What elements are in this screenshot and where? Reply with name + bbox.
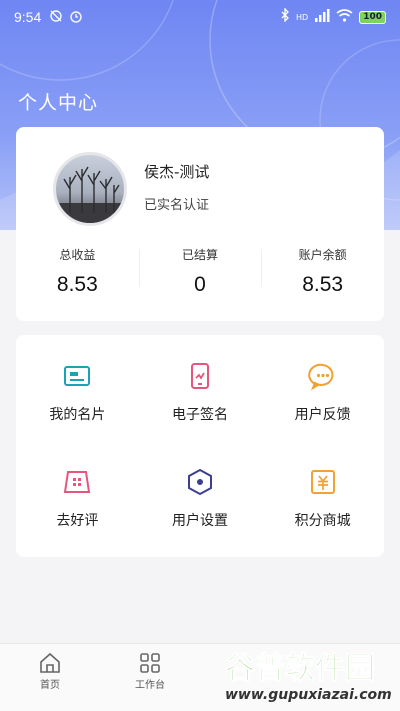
workbench-grid-icon (140, 653, 160, 673)
menu-item-user-settings[interactable]: 用户设置 (139, 451, 262, 557)
watermark-title: 谷普软件园 (225, 651, 375, 686)
wifi-icon (336, 8, 353, 26)
tab-home[interactable]: 首页 (20, 652, 80, 691)
alarm-clock-icon (69, 9, 83, 26)
menu-item-label: 用户设置 (171, 513, 228, 529)
watermark-url: www.gupuxiazai.com (225, 687, 392, 703)
avatar-photo (56, 166, 124, 223)
menu-card: 我的名片 电子签名 用户反馈 去好评 用户设置 积分商城 (16, 335, 384, 557)
tab-label: 首页 (40, 680, 60, 691)
menu-item-points-mall[interactable]: 积分商城 (261, 451, 384, 557)
business-card-icon (64, 366, 91, 386)
network-label: HD (296, 12, 309, 22)
menu-item-label: 去好评 (56, 513, 99, 529)
stat-label: 账户余额 (298, 248, 347, 262)
menu-item-label: 电子签名 (171, 407, 228, 423)
stat-label: 总收益 (59, 248, 96, 262)
menu-item-feedback[interactable]: 用户反馈 (261, 345, 384, 451)
feedback-chat-icon (307, 363, 334, 391)
stat-value: 8.53 (302, 273, 344, 296)
menu-item-business-card[interactable]: 我的名片 (16, 345, 139, 451)
alarm-off-icon (49, 9, 63, 26)
verification-status: 已实名认证 (144, 198, 210, 213)
settings-hex-icon (187, 468, 212, 496)
tab-label: 工作台 (135, 680, 165, 691)
site-watermark: 谷普软件园 www.gupuxiazai.com (221, 644, 396, 706)
stat-label: 已结算 (182, 248, 219, 262)
user-name: 侯杰-测试 (144, 163, 210, 181)
menu-item-rate[interactable]: 去好评 (16, 451, 139, 557)
stat-settled[interactable]: 已结算 0 (138, 243, 262, 313)
status-right: HD 100 (280, 7, 386, 26)
profile-card: 侯杰-测试 已实名认证 总收益 8.53 已结算 0 账户余额 8.53 (16, 127, 384, 321)
avatar[interactable] (53, 152, 127, 226)
stat-value: 0 (194, 273, 206, 296)
stats-row: 总收益 8.53 已结算 0 账户余额 8.53 (16, 243, 384, 313)
rate-store-icon (64, 471, 91, 493)
e-signature-icon (190, 363, 209, 389)
stat-balance[interactable]: 账户余额 8.53 (261, 243, 384, 313)
status-time: 9:54 (14, 9, 42, 25)
home-icon (40, 652, 60, 673)
points-mall-icon (310, 470, 335, 494)
signal-icon (314, 8, 330, 26)
status-bar: 9:54 HD 100 (0, 0, 400, 34)
menu-item-label: 我的名片 (49, 407, 106, 423)
menu-item-label: 用户反馈 (294, 407, 351, 423)
watermark-logo: 谷普软件园 www.gupuxiazai.com (221, 644, 396, 706)
stat-total-earnings[interactable]: 总收益 8.53 (16, 243, 139, 313)
menu-item-e-signature[interactable]: 电子签名 (139, 345, 262, 451)
tab-workbench[interactable]: 工作台 (120, 652, 180, 691)
battery-indicator: 100 (359, 10, 386, 24)
menu-item-label: 积分商城 (294, 513, 351, 529)
bluetooth-icon (280, 7, 290, 26)
page-title: 个人中心 (18, 92, 99, 114)
menu-grid: 我的名片 电子签名 用户反馈 去好评 用户设置 积分商城 (16, 335, 384, 557)
stat-value: 8.53 (56, 273, 98, 296)
